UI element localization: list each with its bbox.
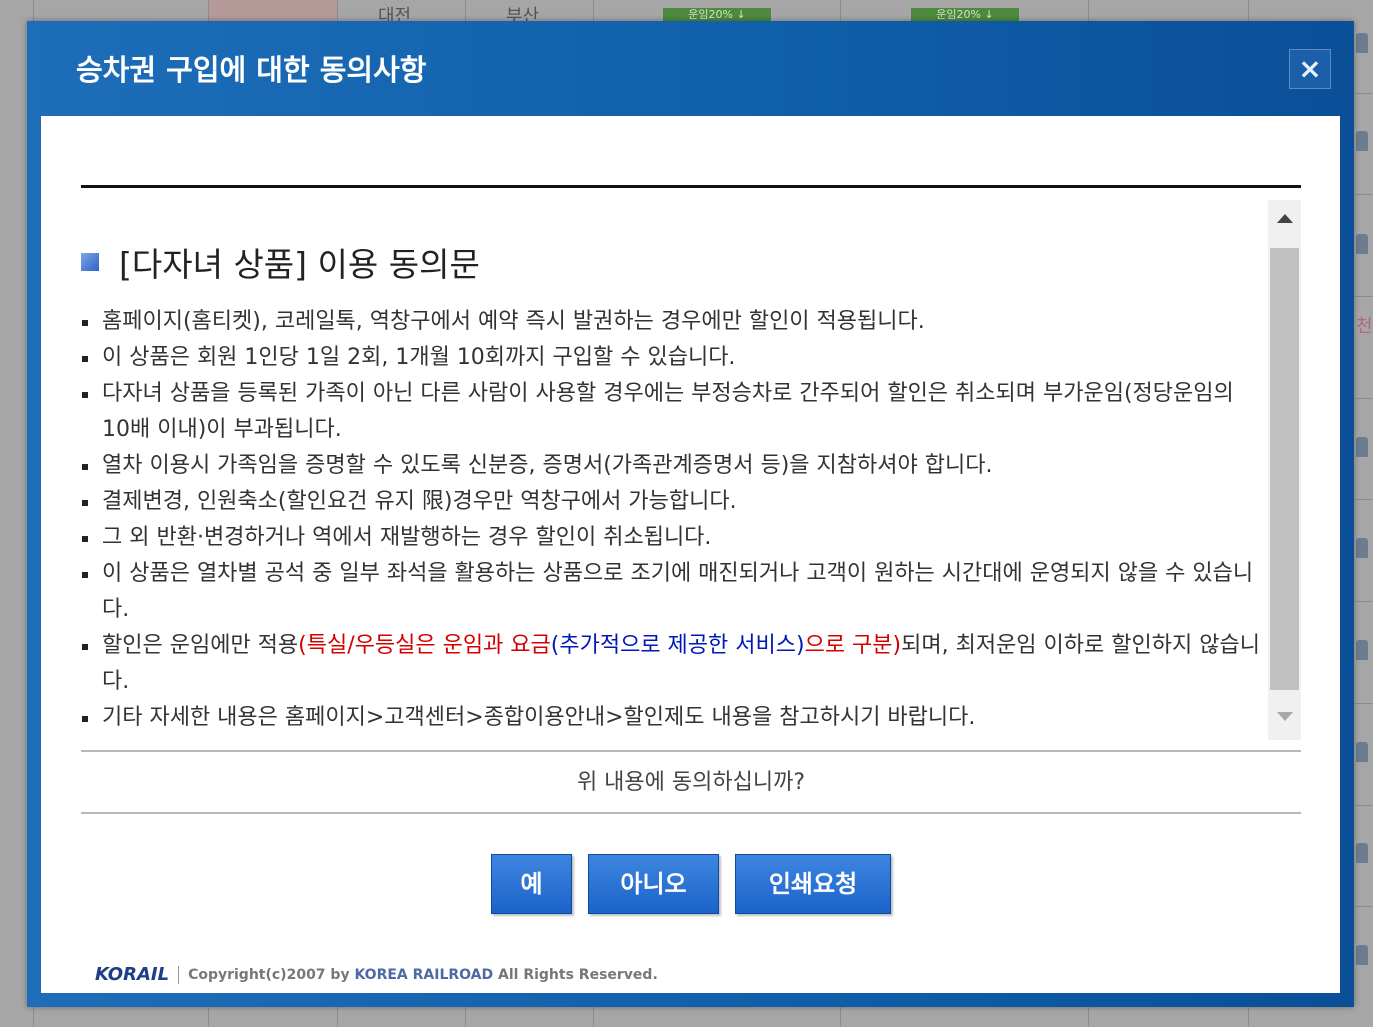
scroll-up-icon[interactable] bbox=[1268, 200, 1301, 248]
person-icon bbox=[1356, 945, 1368, 965]
dialog-body: [다자녀 상품] 이용 동의문 홈페이지(홈티켓), 코레일톡, 역창구에서 예… bbox=[41, 116, 1340, 993]
term-item: 열차 이용시 가족임을 증명할 수 있도록 신분증, 증명서(가족관계증명서 등… bbox=[81, 448, 1266, 484]
bg-discount-badge: 운임20% ↓ bbox=[911, 8, 1019, 22]
bg-row-line bbox=[1355, 906, 1373, 907]
fare-term-highlight: (특실/우등실은 운임과 요금 bbox=[298, 633, 551, 658]
yes-button[interactable]: 예 bbox=[491, 854, 572, 914]
term-item: 홈페이지(홈티켓), 코레일톡, 역창구에서 예약 즉시 발권하는 경우에만 할… bbox=[81, 304, 1266, 340]
footer: KORAIL Copyright(c)2007 by KOREA RAILROA… bbox=[95, 964, 658, 985]
korail-logo: KORAIL bbox=[95, 964, 170, 985]
term-item-fare: 할인은 운임에만 적용(특실/우등실은 운임과 요금(추가적으로 제공한 서비스… bbox=[81, 628, 1266, 700]
dialog-title: 승차권 구입에 대한 동의사항 bbox=[76, 53, 427, 87]
no-button[interactable]: 아니오 bbox=[588, 854, 719, 914]
term-item: 이 상품은 열차별 공석 중 일부 좌석을 활용하는 상품으로 조기에 매진되거… bbox=[81, 556, 1266, 628]
person-icon bbox=[1356, 640, 1368, 660]
term-item: 그 외 반환·변경하거나 역에서 재발행하는 경우 할인이 취소됩니다. bbox=[81, 520, 1266, 556]
bg-highlight-cell bbox=[209, 0, 337, 22]
top-divider bbox=[81, 185, 1301, 188]
terms-scroll-area[interactable]: [다자녀 상품] 이용 동의문 홈페이지(홈티켓), 코레일톡, 역창구에서 예… bbox=[81, 200, 1301, 750]
bg-row-line bbox=[1355, 703, 1373, 704]
bg-row-line bbox=[1355, 398, 1373, 399]
term-item: 다자녀 상품을 등록된 가족이 아닌 다른 사람이 사용할 경우에는 부정승차로… bbox=[81, 376, 1266, 448]
bg-side-text: 천 bbox=[1356, 316, 1373, 337]
section-title: [다자녀 상품] 이용 동의문 bbox=[119, 245, 480, 284]
bg-row-line bbox=[1355, 93, 1373, 94]
bg-discount-badge: 운임20% ↓ bbox=[663, 8, 771, 22]
divider bbox=[81, 750, 1301, 752]
person-icon bbox=[1356, 234, 1368, 254]
bg-row-line bbox=[1355, 601, 1373, 602]
consent-question: 위 내용에 동의하십니까? bbox=[576, 770, 806, 795]
footer-separator bbox=[178, 965, 180, 984]
person-icon bbox=[1356, 538, 1368, 558]
bg-row-line bbox=[1355, 499, 1373, 500]
square-bullet-icon bbox=[81, 253, 99, 271]
divider bbox=[81, 812, 1301, 814]
copyright-prefix: Copyright(c)2007 by bbox=[188, 966, 355, 983]
copyright-suffix: All Rights Reserved. bbox=[493, 966, 658, 983]
person-icon bbox=[1356, 131, 1368, 151]
close-button[interactable]: × bbox=[1289, 49, 1331, 89]
bg-row-line bbox=[1355, 805, 1373, 806]
copyright-text: Copyright(c)2007 by KOREA RAILROAD All R… bbox=[188, 967, 658, 983]
consent-dialog: 승차권 구입에 대한 동의사항 × [다자녀 상품] 이용 동의문 홈페이지(홈… bbox=[27, 21, 1354, 1007]
bg-row-line bbox=[1355, 194, 1373, 195]
print-button[interactable]: 인쇄요청 bbox=[735, 854, 891, 914]
person-icon bbox=[1356, 742, 1368, 762]
term-item: 기타 자세한 내용은 홈페이지>고객센터>종합이용안내>할인제도 내용을 참고하… bbox=[81, 700, 1266, 736]
fare-term-highlight: 으로 구분) bbox=[804, 633, 902, 658]
section-header: [다자녀 상품] 이용 동의문 bbox=[81, 238, 480, 286]
fare-term-highlight-blue: (추가적으로 제공한 서비스) bbox=[550, 633, 805, 658]
bg-row-line bbox=[1355, 296, 1373, 297]
person-icon bbox=[1356, 33, 1368, 53]
person-icon bbox=[1356, 843, 1368, 863]
term-item: 결제변경, 인원축소(할인요건 유지 限)경우만 역창구에서 가능합니다. bbox=[81, 484, 1266, 520]
person-icon bbox=[1356, 437, 1368, 457]
copyright-brand: KOREA RAILROAD bbox=[354, 966, 494, 983]
term-item: 이 상품은 회원 1인당 1일 2회, 1개월 10회까지 구입할 수 있습니다… bbox=[81, 340, 1266, 376]
terms-list: 홈페이지(홈티켓), 코레일톡, 역창구에서 예약 즉시 발권하는 경우에만 할… bbox=[81, 304, 1266, 736]
terms-scrollbar[interactable] bbox=[1268, 200, 1301, 740]
scroll-down-icon[interactable] bbox=[1268, 692, 1301, 740]
scroll-thumb[interactable] bbox=[1270, 248, 1299, 690]
fare-term-text: 할인은 운임에만 적용 bbox=[102, 633, 299, 658]
